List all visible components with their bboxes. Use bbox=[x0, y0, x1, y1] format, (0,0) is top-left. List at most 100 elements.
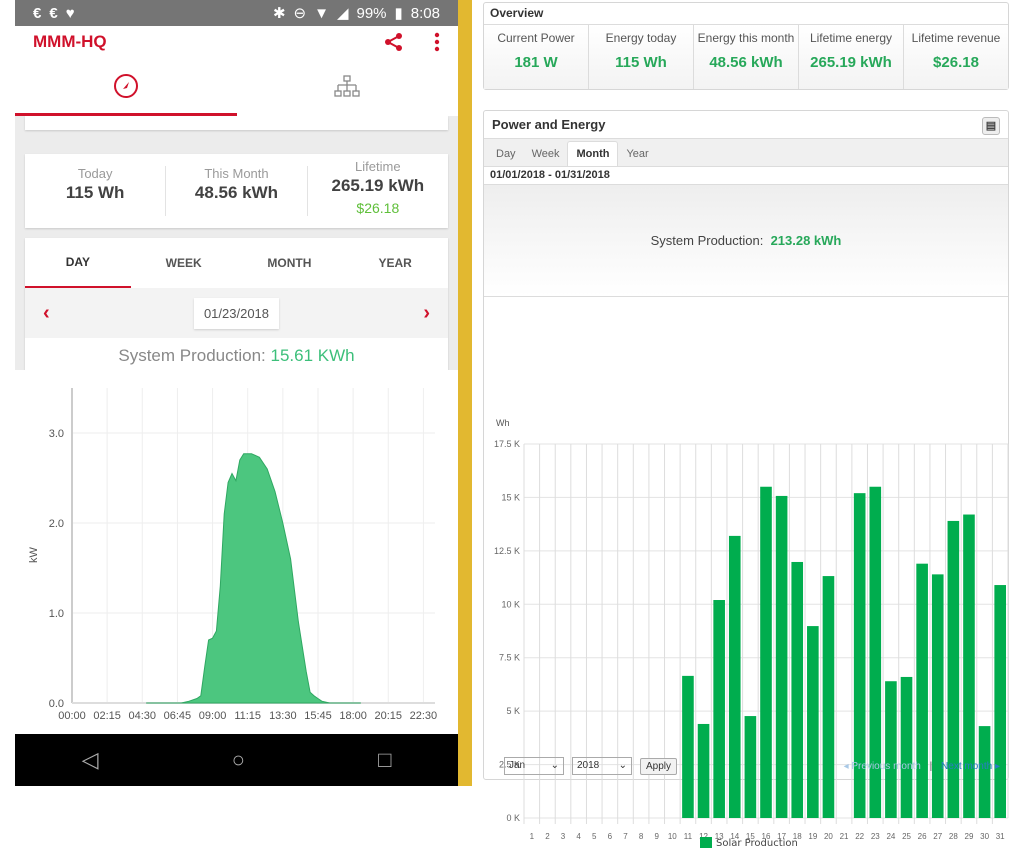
x-tick-label: 25 bbox=[902, 832, 911, 841]
month-navigation: ◂ Previous month | Next month ▸ bbox=[844, 761, 1000, 772]
month-select-value: Jan bbox=[509, 760, 526, 771]
overview-value: 181 W bbox=[514, 54, 558, 71]
tab-month[interactable]: MONTH bbox=[237, 238, 343, 288]
web-dashboard: Overview Current Power 181 W Energy today… bbox=[472, 0, 1024, 849]
day-power-chart: 00:00 02:15 04:30 06:45 09:00 11:15 13:30 15:45… bbox=[15, 370, 458, 740]
next-day-button[interactable]: › bbox=[423, 302, 430, 325]
today-label: Today bbox=[77, 166, 113, 181]
month-value: 48.56 kWh bbox=[194, 183, 279, 202]
tab-layout[interactable] bbox=[237, 58, 459, 116]
overview-title: Overview bbox=[484, 3, 1008, 25]
x-tick-label: 00:00 bbox=[58, 710, 86, 722]
y-tick-label: 1.0 bbox=[49, 608, 64, 620]
x-tick-label: 02:15 bbox=[93, 710, 121, 722]
app-title: MMM-HQ bbox=[33, 32, 107, 51]
date-range: 01/01/2018 - 01/31/2018 bbox=[484, 167, 1008, 185]
wifi-icon: ▼ bbox=[314, 4, 329, 22]
system-production-label: System Production: bbox=[118, 346, 266, 365]
tab-year[interactable]: YEAR bbox=[342, 238, 448, 288]
summary-lifetime: Lifetime 265.19 kWh $26.18 bbox=[308, 159, 448, 223]
bar bbox=[822, 576, 835, 818]
overview-item: Lifetime revenue $26.18 bbox=[904, 25, 1008, 89]
system-production-value: 213.28 kWh bbox=[770, 233, 842, 248]
dnd-icon: ⊖ bbox=[293, 5, 307, 22]
export-icon[interactable]: ▤ bbox=[982, 117, 1000, 135]
y-tick-label: 17.5 K bbox=[494, 439, 520, 449]
year-select-value: 2018 bbox=[577, 760, 600, 771]
heart-icon: ♥ bbox=[65, 4, 75, 22]
overview-item: Current Power 181 W bbox=[484, 25, 589, 89]
overview-label: Lifetime revenue bbox=[911, 31, 1001, 45]
system-production: System Production: 15.61 KWh bbox=[25, 338, 448, 374]
tab-day[interactable]: Day bbox=[488, 142, 524, 166]
period-tabs: DAY WEEK MONTH YEAR bbox=[25, 238, 448, 288]
y-tick-label: 5 K bbox=[506, 706, 520, 716]
system-production-label: System Production: bbox=[650, 233, 764, 248]
apply-button[interactable]: Apply bbox=[640, 757, 678, 775]
status-bar: € € ♥ ✱ ⊖ ▼ ◢ 99% ▮ 8:08 bbox=[15, 0, 458, 26]
tab-week[interactable]: WEEK bbox=[131, 238, 237, 288]
summary-card bbox=[25, 116, 448, 130]
legend-swatch bbox=[700, 837, 712, 848]
x-tick-label: 26 bbox=[918, 832, 927, 841]
bar bbox=[682, 675, 694, 818]
overview-value: $26.18 bbox=[933, 54, 979, 71]
bluetooth-icon: ✱ bbox=[272, 5, 286, 22]
date-picker[interactable]: 01/23/2018 bbox=[193, 297, 280, 329]
month-select[interactable]: Jan ⌄ bbox=[504, 757, 564, 775]
next-month-link[interactable]: Next month ▸ bbox=[941, 761, 1000, 772]
period-tabs: Day Week Month Year bbox=[484, 139, 1008, 167]
y-tick-label: 10 K bbox=[501, 599, 520, 609]
notification-icon: € bbox=[33, 4, 42, 22]
bar bbox=[775, 495, 788, 818]
y-tick-label: 0 K bbox=[506, 813, 520, 823]
battery-level: 99% bbox=[356, 4, 387, 22]
x-tick-label: 04:30 bbox=[129, 710, 157, 722]
home-icon[interactable]: ○ bbox=[232, 747, 245, 773]
tab-year[interactable]: Year bbox=[618, 142, 656, 166]
x-tick-label: 24 bbox=[886, 832, 895, 841]
signal-icon: ◢ bbox=[336, 5, 349, 22]
tab-week[interactable]: Week bbox=[524, 142, 568, 166]
tab-day[interactable]: DAY bbox=[25, 238, 131, 288]
system-production: System Production: 213.28 kWh bbox=[484, 185, 1008, 297]
x-tick-label: 20 bbox=[824, 832, 833, 841]
more-menu-icon[interactable] bbox=[434, 32, 440, 52]
battery-icon: ▮ bbox=[394, 5, 403, 22]
bar bbox=[760, 486, 772, 818]
x-tick-label: 5 bbox=[592, 832, 597, 841]
x-tick-label: 19 bbox=[808, 832, 817, 841]
x-tick-label: 06:45 bbox=[164, 710, 192, 722]
overview-panel: Overview Current Power 181 W Energy today… bbox=[483, 2, 1009, 90]
power-energy-header: Power and Energy ▤ bbox=[484, 111, 1008, 139]
bar bbox=[697, 723, 710, 818]
x-tick-label: 27 bbox=[933, 832, 942, 841]
summary-month: This Month 48.56 kWh bbox=[166, 166, 308, 216]
prev-day-button[interactable]: ‹ bbox=[43, 302, 50, 325]
overview-label: Current Power bbox=[497, 31, 575, 45]
x-tick-label: 11 bbox=[684, 832, 693, 841]
overview-label: Lifetime energy bbox=[809, 31, 893, 45]
hierarchy-icon bbox=[334, 75, 360, 97]
month-controls: Jan ⌄ 2018 ⌄ Apply bbox=[504, 757, 678, 775]
power-energy-panel: Power and Energy ▤ Day Week Month Year 0… bbox=[483, 110, 1009, 849]
x-tick-label: 30 bbox=[980, 832, 989, 841]
x-tick-label: 21 bbox=[840, 832, 849, 841]
share-icon[interactable] bbox=[384, 32, 404, 52]
x-tick-label: 4 bbox=[576, 832, 581, 841]
back-icon[interactable]: ◁ bbox=[82, 747, 99, 773]
recents-icon[interactable]: □ bbox=[378, 747, 391, 773]
year-select[interactable]: 2018 ⌄ bbox=[572, 757, 632, 775]
overview-item: Lifetime energy 265.19 kWh bbox=[799, 25, 904, 89]
y-tick-label: 0.0 bbox=[49, 698, 64, 710]
x-tick-label: 2 bbox=[545, 832, 550, 841]
x-tick-label: 7 bbox=[623, 832, 628, 841]
bar bbox=[807, 626, 819, 818]
overview-value: 48.56 kWh bbox=[709, 54, 783, 71]
tab-month[interactable]: Month bbox=[567, 141, 619, 166]
previous-month-link[interactable]: ◂ Previous month bbox=[844, 761, 921, 772]
tab-dashboard[interactable] bbox=[15, 58, 237, 116]
x-tick-label: 22 bbox=[855, 832, 864, 841]
summary-today: Today 115 Wh bbox=[25, 166, 167, 216]
overview-label: Energy this month bbox=[697, 31, 795, 45]
